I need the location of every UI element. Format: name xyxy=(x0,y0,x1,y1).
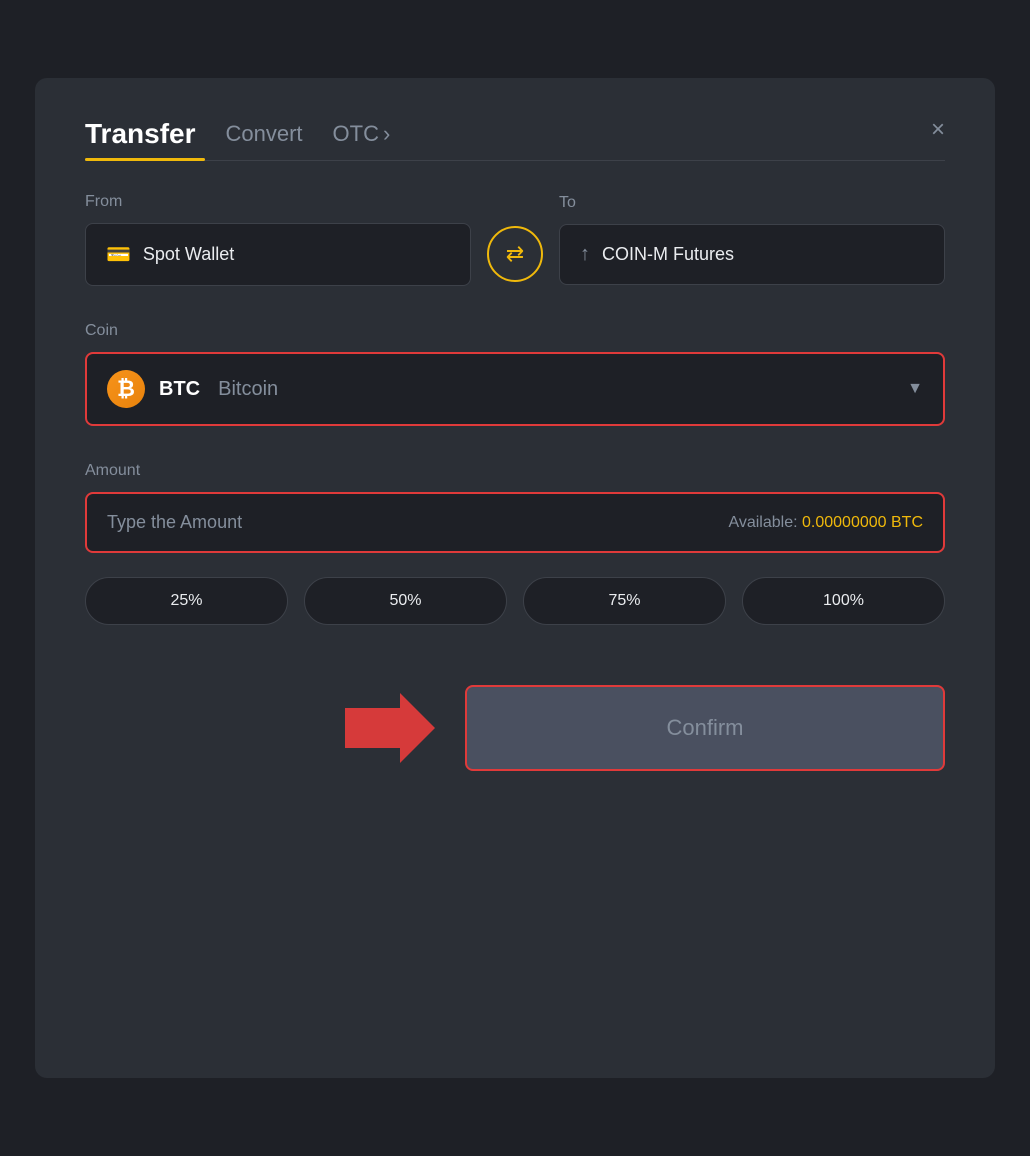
transfer-modal: Transfer Convert OTC › × From 💳 Spot Wal… xyxy=(35,78,995,1078)
coin-symbol: BTC xyxy=(159,378,200,401)
btc-icon: ₿ xyxy=(107,370,145,408)
futures-icon: ↑ xyxy=(580,243,590,266)
to-group: To ↑ COIN-M Futures xyxy=(559,194,945,285)
bottom-row: Confirm xyxy=(85,685,945,771)
from-group: From 💳 Spot Wallet xyxy=(85,193,471,286)
to-label: To xyxy=(559,194,945,212)
coin-label: Coin xyxy=(85,322,945,340)
available-value: 0.00000000 BTC xyxy=(802,514,923,531)
to-wallet-selector[interactable]: ↑ COIN-M Futures xyxy=(559,224,945,285)
tab-divider xyxy=(85,160,945,161)
available-text: Available: 0.00000000 BTC xyxy=(728,514,923,532)
coin-dropdown[interactable]: ₿ BTC Bitcoin ▼ xyxy=(85,352,945,426)
from-wallet-selector[interactable]: 💳 Spot Wallet xyxy=(85,223,471,286)
percent-100-button[interactable]: 100% xyxy=(742,577,945,625)
arrow-icon xyxy=(345,693,435,763)
confirm-button[interactable]: Confirm xyxy=(465,685,945,771)
coin-full-name: Bitcoin xyxy=(218,378,278,401)
amount-section: Amount Available: 0.00000000 BTC xyxy=(85,462,945,553)
coin-section: Coin ₿ BTC Bitcoin ▼ xyxy=(85,322,945,426)
to-wallet-name: COIN-M Futures xyxy=(602,244,734,265)
percent-25-button[interactable]: 25% xyxy=(85,577,288,625)
swap-icon: ⇄ xyxy=(506,241,524,267)
tab-otc[interactable]: OTC › xyxy=(333,121,391,147)
amount-input[interactable] xyxy=(107,512,728,533)
tab-transfer[interactable]: Transfer xyxy=(85,118,196,150)
from-to-row: From 💳 Spot Wallet ⇄ To ↑ COIN-M Futures xyxy=(85,193,945,286)
from-wallet-name: Spot Wallet xyxy=(143,244,234,265)
from-label: From xyxy=(85,193,471,211)
percent-row: 25% 50% 75% 100% xyxy=(85,577,945,625)
wallet-icon: 💳 xyxy=(106,242,131,267)
chevron-down-icon: ▼ xyxy=(907,380,923,398)
modal-header: Transfer Convert OTC › × xyxy=(85,118,945,150)
amount-label: Amount xyxy=(85,462,945,480)
percent-75-button[interactable]: 75% xyxy=(523,577,726,625)
swap-button[interactable]: ⇄ xyxy=(487,226,543,282)
amount-box: Available: 0.00000000 BTC xyxy=(85,492,945,553)
active-tab-indicator xyxy=(85,158,205,161)
arrow-indicator xyxy=(345,693,435,763)
percent-50-button[interactable]: 50% xyxy=(304,577,507,625)
close-button[interactable]: × xyxy=(931,118,945,142)
tab-convert[interactable]: Convert xyxy=(226,121,303,147)
